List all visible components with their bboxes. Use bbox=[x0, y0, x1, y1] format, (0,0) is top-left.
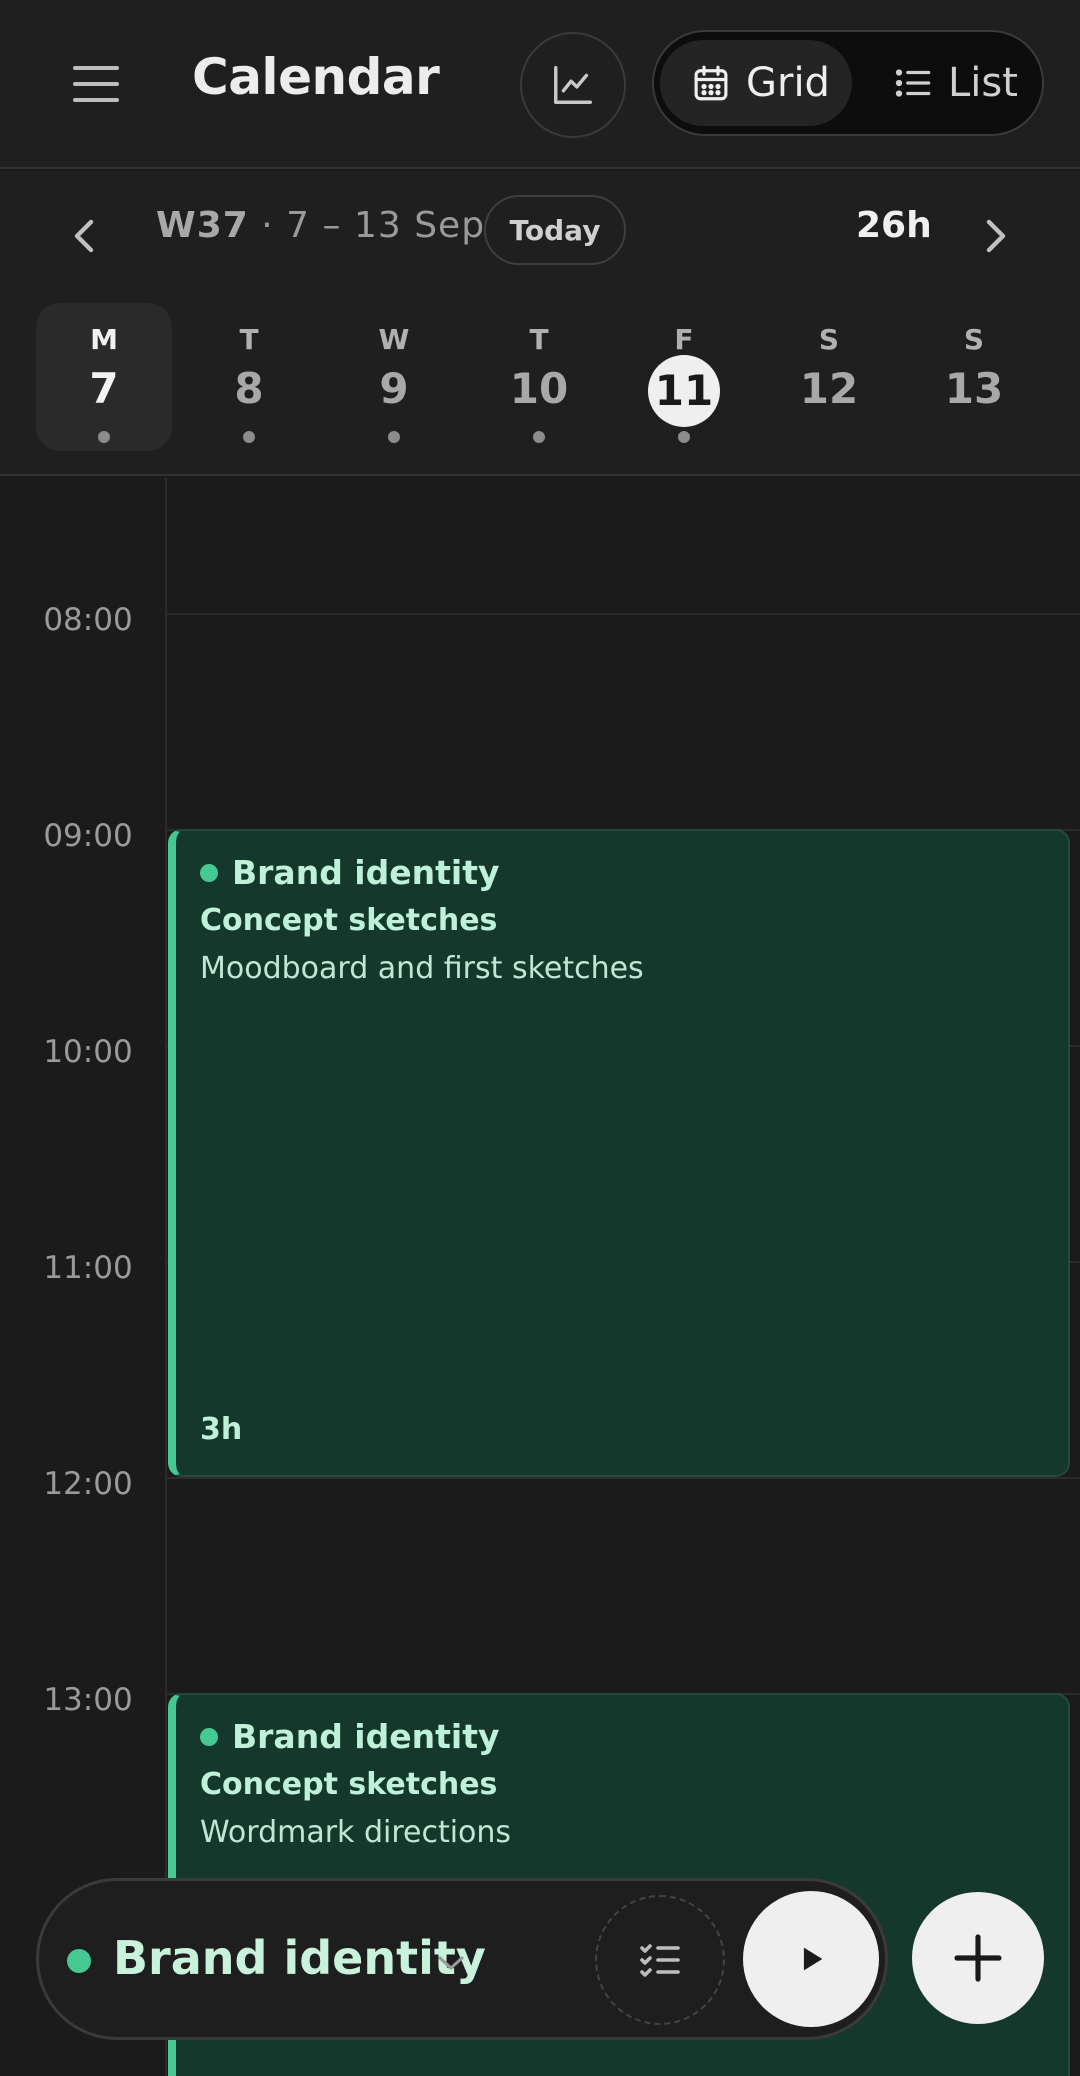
task-select-button[interactable] bbox=[595, 1895, 725, 2025]
day-wed[interactable]: W 9 bbox=[326, 303, 462, 451]
day-of-week: M bbox=[90, 323, 118, 356]
hour-label: 12:00 bbox=[43, 1466, 133, 1502]
play-icon bbox=[803, 1947, 823, 1971]
event-description: Wordmark directions bbox=[200, 1815, 512, 1850]
event-task: Concept sketches bbox=[200, 1767, 498, 1802]
day-of-week: S bbox=[818, 323, 840, 356]
day-sun[interactable]: S 13 bbox=[906, 303, 1042, 451]
page-title: Calendar bbox=[192, 48, 440, 106]
day-number: 10 bbox=[509, 364, 569, 413]
today-button[interactable]: Today bbox=[484, 195, 626, 265]
hour-label: 09:00 bbox=[43, 818, 133, 854]
week-number: W37 bbox=[156, 205, 249, 246]
event-duration: 3h bbox=[200, 1412, 243, 1447]
chevron-right-icon bbox=[986, 219, 1006, 253]
day-tue[interactable]: T 8 bbox=[181, 303, 317, 451]
day-of-week: F bbox=[674, 323, 694, 356]
app-header: Calendar Grid List bbox=[0, 0, 1080, 169]
time-entry-card[interactable]: Brand identity Concept sketches Moodboar… bbox=[168, 829, 1070, 1477]
time-grid[interactable]: 08:00 09:00 10:00 11:00 12:00 13:00 Bran… bbox=[0, 478, 1080, 2076]
timer-bar: Brand identity bbox=[36, 1878, 888, 2040]
previous-week-button[interactable] bbox=[62, 211, 106, 261]
day-number: 13 bbox=[944, 364, 1004, 413]
hour-label: 11:00 bbox=[43, 1250, 133, 1286]
plus-icon bbox=[954, 1934, 1002, 1982]
project-color-dot bbox=[200, 863, 218, 882]
event-project: Brand identity bbox=[232, 853, 500, 892]
day-number: 8 bbox=[234, 364, 264, 413]
menu-icon bbox=[73, 66, 119, 70]
checklist-icon bbox=[640, 1944, 680, 1977]
week-range: · 7 – 13 Sep bbox=[261, 205, 486, 246]
view-toggle: Grid List bbox=[652, 30, 1044, 136]
activity-dot bbox=[678, 431, 690, 443]
day-number: 12 bbox=[799, 364, 859, 413]
next-week-button[interactable] bbox=[974, 211, 1018, 261]
activity-dot bbox=[98, 431, 110, 443]
hour-column-divider bbox=[165, 478, 167, 2076]
week-total-hours: 26h bbox=[856, 205, 932, 246]
chevron-down-icon bbox=[438, 1956, 464, 1970]
hour-line bbox=[167, 1477, 1080, 1479]
week-label: W37 · 7 – 13 Sep bbox=[156, 205, 485, 246]
day-thu[interactable]: T 10 bbox=[471, 303, 607, 451]
day-of-week: T bbox=[529, 323, 549, 356]
day-of-week: W bbox=[378, 323, 410, 356]
list-view-button[interactable]: List bbox=[882, 40, 1042, 126]
calendar-icon bbox=[694, 65, 728, 101]
project-dropdown-button[interactable] bbox=[431, 1943, 471, 1983]
grid-view-label: Grid bbox=[746, 60, 830, 106]
hour-label: 13:00 bbox=[43, 1682, 133, 1718]
activity-dot bbox=[388, 431, 400, 443]
list-icon bbox=[895, 69, 931, 97]
grid-view-button[interactable]: Grid bbox=[660, 40, 852, 126]
project-color-dot bbox=[200, 1727, 218, 1746]
day-of-week: T bbox=[239, 323, 259, 356]
today-day-number: 11 bbox=[648, 355, 720, 427]
activity-dot bbox=[243, 431, 255, 443]
hour-line bbox=[167, 613, 1080, 615]
chevron-left-icon bbox=[74, 219, 94, 253]
chart-icon bbox=[554, 66, 592, 104]
hour-label: 10:00 bbox=[43, 1034, 133, 1070]
event-project: Brand identity bbox=[232, 1717, 500, 1756]
activity-dot bbox=[533, 431, 545, 443]
day-sat[interactable]: S 12 bbox=[761, 303, 897, 451]
timer-project-selector[interactable]: Brand identity bbox=[113, 1931, 486, 1985]
event-description: Moodboard and first sketches bbox=[200, 951, 644, 986]
day-fri[interactable]: F 11 bbox=[616, 303, 752, 451]
day-number: 9 bbox=[379, 364, 409, 413]
week-navigator: W37 · 7 – 13 Sep Today 26h M 7 T 8 W 9 T… bbox=[0, 171, 1080, 476]
event-task: Concept sketches bbox=[200, 903, 498, 938]
day-strip: M 7 T 8 W 9 T 10 F 11 S 12 S 13 bbox=[36, 303, 1044, 451]
project-color-dot bbox=[67, 1949, 91, 1973]
hour-label: 08:00 bbox=[43, 602, 133, 638]
day-mon[interactable]: M 7 bbox=[36, 303, 172, 451]
start-timer-button[interactable] bbox=[743, 1891, 879, 2027]
stats-button[interactable] bbox=[520, 32, 626, 138]
list-view-label: List bbox=[948, 60, 1018, 106]
day-number: 7 bbox=[89, 364, 119, 413]
day-of-week: S bbox=[963, 323, 985, 356]
menu-button[interactable] bbox=[60, 50, 132, 118]
add-entry-button[interactable] bbox=[912, 1892, 1044, 2024]
